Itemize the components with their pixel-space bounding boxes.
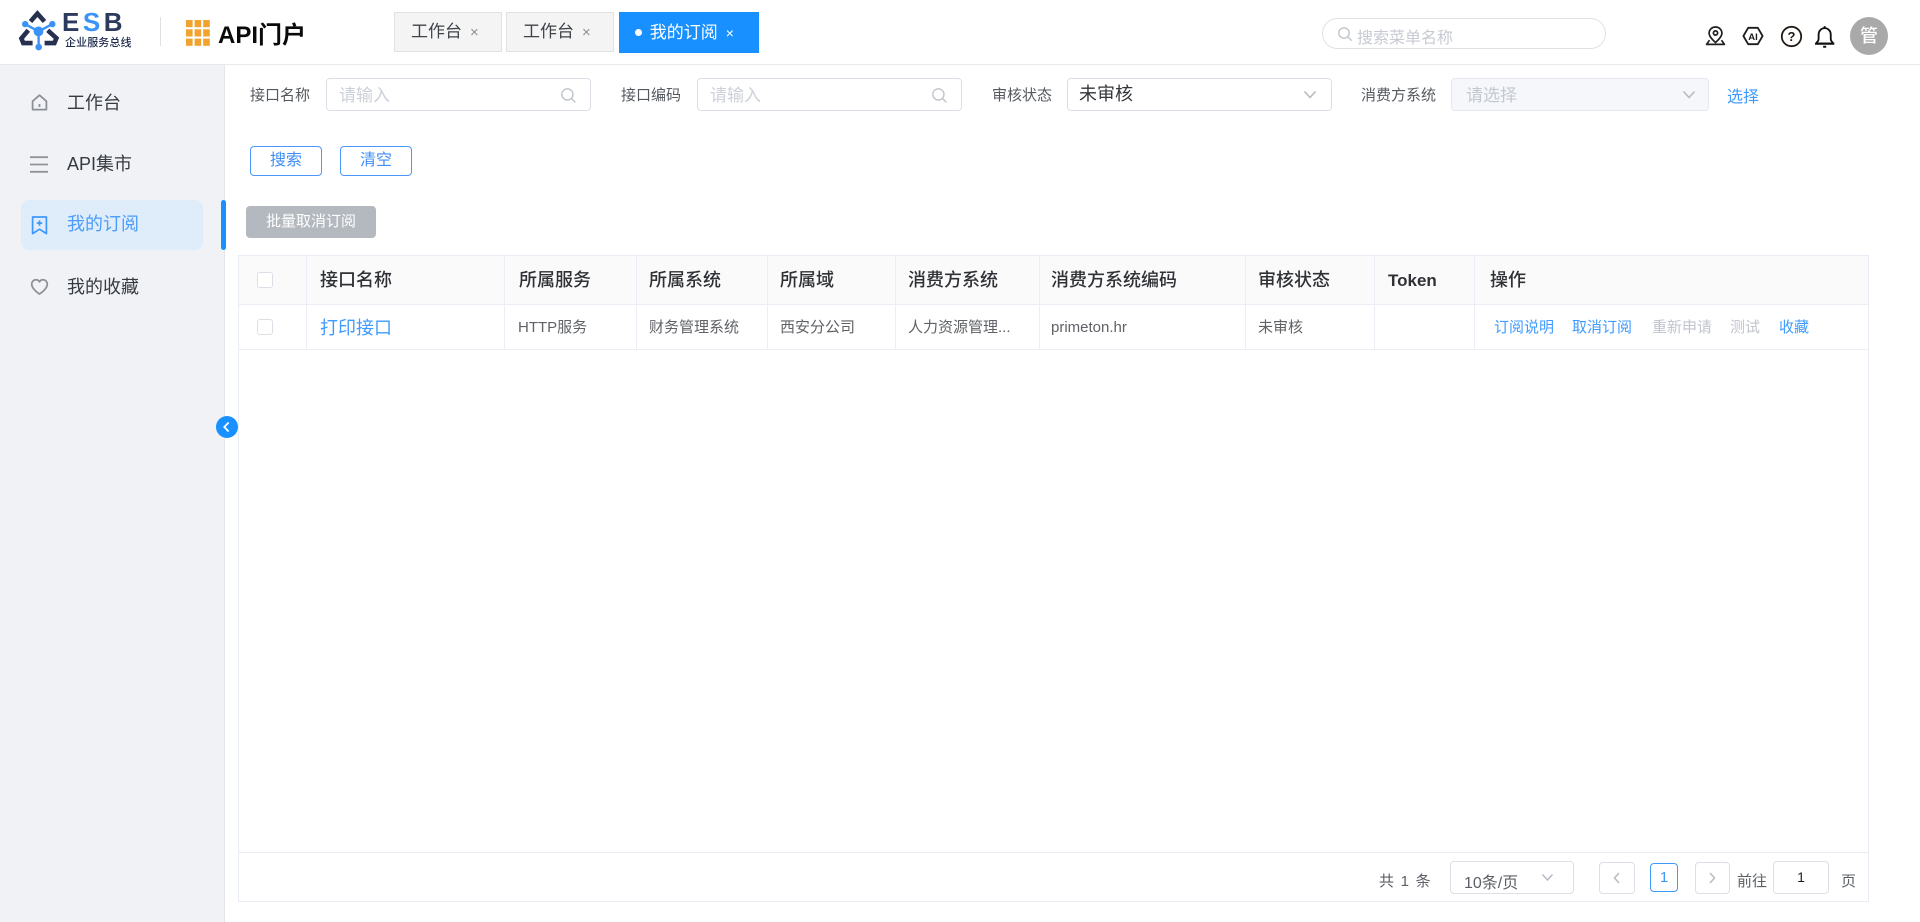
svg-text:?: ? [1788, 29, 1796, 44]
svg-text:AI: AI [1748, 32, 1758, 43]
